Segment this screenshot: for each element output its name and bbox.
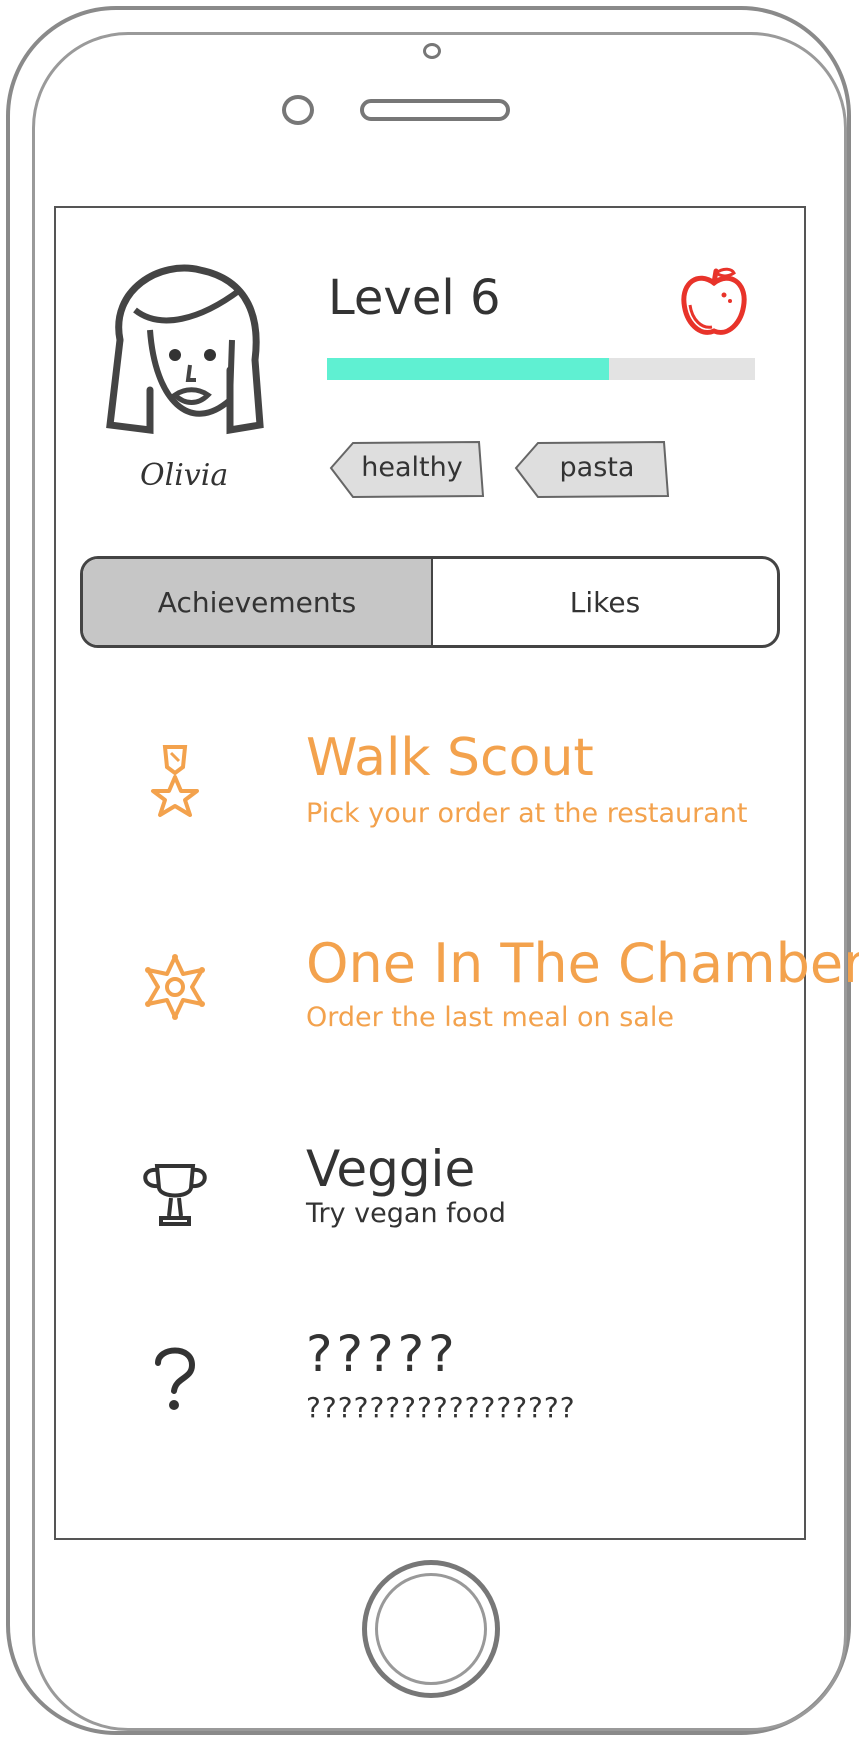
question-mark-icon bbox=[120, 1325, 230, 1435]
tag-label: pasta bbox=[559, 452, 635, 483]
achievement-description: Pick your order at the restaurant bbox=[306, 798, 748, 829]
tag-label: healthy bbox=[361, 452, 463, 483]
sensor-dot bbox=[423, 43, 441, 59]
apple-icon[interactable] bbox=[678, 265, 750, 339]
achievement-title: ????? bbox=[306, 1325, 459, 1383]
level-progress-bar bbox=[327, 358, 755, 380]
achievement-title: Walk Scout bbox=[306, 728, 594, 788]
sheriff-badge-icon bbox=[120, 932, 230, 1042]
home-button[interactable] bbox=[362, 1560, 500, 1698]
level-progress-fill bbox=[327, 358, 610, 380]
trophy-icon bbox=[120, 1140, 230, 1250]
tab-likes[interactable]: Likes bbox=[433, 559, 777, 645]
avatar[interactable] bbox=[80, 260, 280, 440]
front-camera bbox=[282, 95, 314, 125]
tab-achievements[interactable]: Achievements bbox=[83, 559, 433, 645]
earpiece-speaker bbox=[360, 99, 510, 121]
achievement-title: One In The Chamber bbox=[306, 932, 859, 995]
tag-chip-pasta[interactable]: pasta bbox=[512, 440, 672, 500]
achievement-title: Veggie bbox=[306, 1140, 476, 1198]
achievement-description: Try vegan food bbox=[306, 1198, 506, 1229]
tab-segmented-control: Achievements Likes bbox=[80, 556, 780, 648]
achievement-description: Order the last meal on sale bbox=[306, 1002, 674, 1033]
achievement-description: ????????????????? bbox=[306, 1391, 576, 1424]
tag-chip-healthy[interactable]: healthy bbox=[327, 440, 487, 500]
medal-star-icon bbox=[120, 728, 230, 838]
level-label: Level 6 bbox=[328, 270, 501, 326]
username: Olivia bbox=[140, 458, 229, 493]
